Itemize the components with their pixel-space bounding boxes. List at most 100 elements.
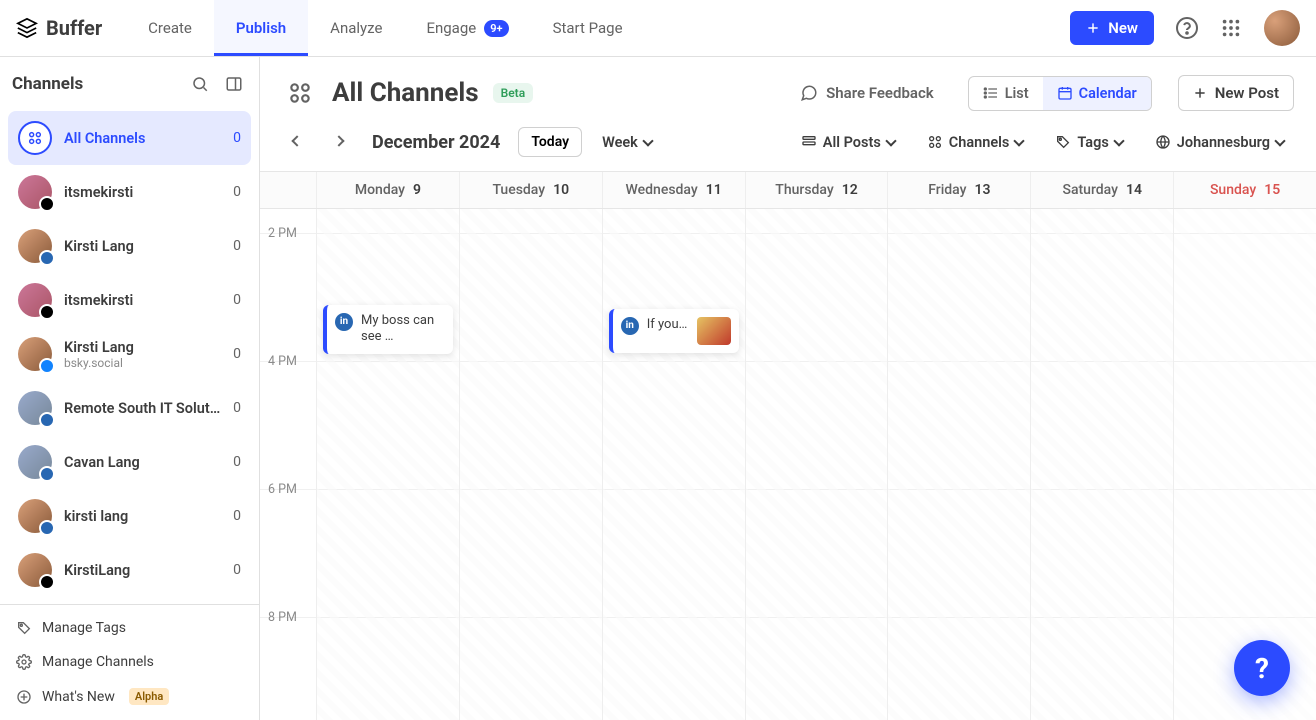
globe-icon bbox=[1155, 134, 1171, 150]
tab-analyze[interactable]: Analyze bbox=[308, 0, 404, 56]
tab-publish[interactable]: Publish bbox=[214, 0, 308, 56]
channel-avatar bbox=[18, 337, 52, 371]
tab-create[interactable]: Create bbox=[126, 0, 214, 56]
sidebar-item-channel[interactable]: Kirsti Lang 0 bbox=[8, 219, 251, 273]
main: All Channels Beta Share Feedback List Ca… bbox=[260, 57, 1316, 720]
avatar[interactable] bbox=[1264, 10, 1300, 46]
day-column[interactable] bbox=[459, 209, 602, 720]
sidebar-item-channel[interactable]: Cavan Lang 0 bbox=[8, 435, 251, 489]
help-fab[interactable]: ? bbox=[1234, 640, 1290, 696]
alpha-badge: Alpha bbox=[129, 688, 169, 705]
network-badge-icon bbox=[39, 466, 55, 482]
calendar-event[interactable]: in My boss can see … bbox=[323, 305, 453, 354]
channel-avatar bbox=[18, 229, 52, 263]
network-badge-icon bbox=[39, 412, 55, 428]
channel-count: 0 bbox=[233, 400, 241, 416]
day-column[interactable] bbox=[745, 209, 888, 720]
filter-tags[interactable]: Tags bbox=[1045, 128, 1132, 157]
day-head: Wednesday11 bbox=[602, 172, 745, 208]
channel-avatar bbox=[18, 499, 52, 533]
range-select[interactable]: Week bbox=[594, 128, 660, 157]
channel-count: 0 bbox=[233, 292, 241, 308]
apps-grid-icon[interactable] bbox=[1214, 11, 1248, 45]
sparkle-icon bbox=[16, 689, 32, 705]
calendar-event[interactable]: in If you… bbox=[609, 309, 739, 353]
manage-tags[interactable]: Manage Tags bbox=[0, 611, 259, 645]
sidebar-collapse-icon[interactable] bbox=[221, 71, 247, 97]
tab-engage[interactable]: Engage 9+ bbox=[404, 0, 530, 56]
network-badge-icon bbox=[39, 520, 55, 536]
channel-avatar bbox=[18, 391, 52, 425]
sidebar-item-channel[interactable]: Kirsti Langbsky.social 0 bbox=[8, 327, 251, 381]
channel-label: KirstiLang bbox=[64, 562, 221, 579]
tag-icon bbox=[1055, 134, 1071, 150]
logo[interactable]: Buffer bbox=[16, 16, 102, 40]
channel-avatar bbox=[18, 283, 52, 317]
sidebar-footer: Manage Tags Manage Channels What's New A… bbox=[0, 604, 259, 720]
day-head: Friday13 bbox=[887, 172, 1030, 208]
topnav: Buffer Create Publish Analyze Engage 9+ … bbox=[0, 0, 1316, 57]
new-post-button[interactable]: New Post bbox=[1178, 75, 1294, 111]
calendar-icon bbox=[1057, 85, 1073, 101]
help-icon[interactable] bbox=[1170, 11, 1204, 45]
view-calendar-button[interactable]: Calendar bbox=[1043, 77, 1151, 110]
channel-count: 0 bbox=[233, 562, 241, 578]
day-column[interactable] bbox=[1030, 209, 1173, 720]
channel-count: 0 bbox=[233, 346, 241, 362]
filter-all-posts[interactable]: All Posts bbox=[791, 128, 905, 157]
share-feedback-button[interactable]: Share Feedback bbox=[792, 78, 942, 108]
sidebar-item-channel[interactable]: KirstiLang 0 bbox=[8, 543, 251, 597]
hour-label: 2 PM bbox=[268, 226, 297, 241]
view-toggle: List Calendar bbox=[968, 76, 1152, 111]
channel-label: Cavan Lang bbox=[64, 454, 221, 471]
channel-label: Kirsti Lang bbox=[64, 238, 221, 255]
channel-count: 0 bbox=[233, 454, 241, 470]
list-icon bbox=[983, 85, 999, 101]
channels-icon bbox=[927, 134, 943, 150]
sidebar-item-channel[interactable]: Remote South IT Solutio 0 bbox=[8, 381, 251, 435]
day-column[interactable] bbox=[887, 209, 1030, 720]
event-thumbnail bbox=[697, 317, 731, 345]
engage-badge: 9+ bbox=[484, 20, 508, 37]
day-head: Sunday15 bbox=[1173, 172, 1316, 208]
search-icon[interactable] bbox=[187, 71, 213, 97]
filter-channels[interactable]: Channels bbox=[917, 128, 1034, 157]
channel-label: Remote South IT Solutio bbox=[64, 400, 221, 417]
filter-timezone[interactable]: Johannesburg bbox=[1145, 128, 1294, 157]
chevron-down-icon bbox=[885, 135, 896, 146]
chevron-left-icon bbox=[291, 135, 302, 146]
day-column[interactable]: in If you… bbox=[602, 209, 745, 720]
page-title: All Channels bbox=[332, 78, 479, 108]
beta-badge: Beta bbox=[493, 83, 534, 103]
linkedin-icon: in bbox=[335, 313, 353, 331]
sidebar-item-channel[interactable]: kirsti lang 0 bbox=[8, 489, 251, 543]
tab-start-page[interactable]: Start Page bbox=[531, 0, 645, 56]
calendar: Monday9 Tuesday10 Wednesday11 Thursday12… bbox=[260, 171, 1316, 720]
buffer-logo-icon bbox=[16, 17, 38, 39]
new-button[interactable]: New bbox=[1070, 11, 1154, 45]
channel-list: All Channels 0 itsmekirsti 0 Kirsti Lang… bbox=[0, 107, 259, 604]
calendar-body[interactable]: 2 PM4 PM6 PM8 PM in My boss can see … in… bbox=[260, 209, 1316, 720]
prev-week-button[interactable] bbox=[282, 127, 312, 157]
manage-channels[interactable]: Manage Channels bbox=[0, 645, 259, 679]
sidebar-item-channel[interactable]: itsmekirsti 0 bbox=[8, 165, 251, 219]
today-button[interactable]: Today bbox=[518, 127, 582, 157]
day-head: Tuesday10 bbox=[459, 172, 602, 208]
view-list-button[interactable]: List bbox=[969, 77, 1043, 110]
calendar-toolbar: December 2024 Today Week All Posts Chann… bbox=[260, 119, 1316, 171]
next-week-button[interactable] bbox=[324, 127, 354, 157]
logo-text: Buffer bbox=[46, 16, 102, 40]
network-badge-icon bbox=[39, 250, 55, 266]
day-column[interactable]: in My boss can see … bbox=[316, 209, 459, 720]
channel-count: 0 bbox=[233, 238, 241, 254]
tag-icon bbox=[16, 620, 32, 636]
filter-icon bbox=[801, 134, 817, 150]
channel-label: itsmekirsti bbox=[64, 292, 221, 309]
sidebar-item-channel[interactable]: itsmekirsti 0 bbox=[8, 273, 251, 327]
day-column[interactable] bbox=[1173, 209, 1316, 720]
channel-avatar bbox=[18, 175, 52, 209]
channel-avatar bbox=[18, 445, 52, 479]
whats-new[interactable]: What's New Alpha bbox=[0, 679, 259, 714]
sidebar-item-all-channels[interactable]: All Channels 0 bbox=[8, 111, 251, 165]
event-text: My boss can see … bbox=[361, 313, 445, 346]
